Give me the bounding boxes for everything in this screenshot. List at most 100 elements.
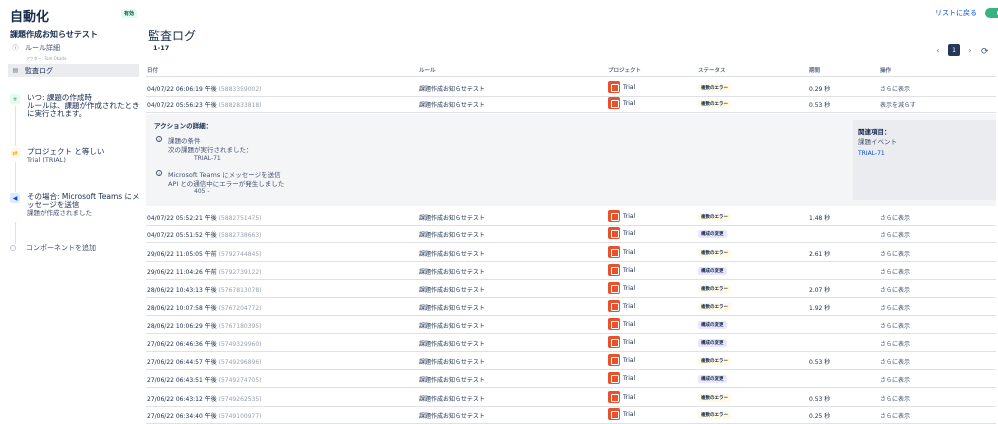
- row-toggle-details[interactable]: さらに表示: [880, 321, 910, 330]
- project-avatar-icon: [608, 246, 620, 258]
- chevron-left-icon[interactable]: ‹: [933, 44, 943, 56]
- page-button-current[interactable]: 1: [948, 44, 960, 56]
- table-row[interactable]: 27/06/22 06:34:40 午後 (5749100977) 課題作成お知ら…: [146, 407, 996, 422]
- row-toggle-details[interactable]: さらに表示: [880, 411, 910, 420]
- row-id: (5883359002): [218, 86, 262, 93]
- status-badge: 構成の変更: [698, 230, 727, 238]
- column-header-rule: ルール: [419, 68, 436, 74]
- trigger-block[interactable]: + いつ: 課題の作成時 ルールは、課題が作成されたときに実行されます。: [10, 94, 140, 124]
- row-id: (5882738663): [218, 232, 262, 239]
- row-date: 27/06/22 06:44:57 午後 (5749296896): [147, 359, 262, 366]
- refresh-icon[interactable]: ⟳: [981, 47, 989, 57]
- row-project: Trial: [608, 210, 635, 222]
- chevron-right-icon[interactable]: ›: [965, 44, 975, 56]
- status-badge: 複数のエラー: [698, 213, 731, 221]
- info-icon: ⓘ: [12, 45, 19, 52]
- row-rule: 課題作成お知らせテスト: [419, 359, 485, 366]
- row-duration: 2.07 秒: [809, 287, 831, 294]
- row-id: (5792739122): [218, 269, 262, 276]
- row-id: (5767204772): [218, 305, 262, 312]
- row-date: 04/07/22 06:06:19 午後 (5883359002): [147, 86, 262, 93]
- table-row[interactable]: 27/06/22 06:44:57 午後 (5749296896) 課題作成お知ら…: [146, 353, 996, 368]
- table-row[interactable]: 04/07/22 05:51:52 午後 (5882738663) 課題作成お知ら…: [146, 226, 996, 241]
- row-project: Trial: [608, 391, 635, 403]
- row-toggle-details[interactable]: さらに表示: [880, 249, 910, 258]
- project-avatar-icon: [608, 227, 620, 239]
- info-icon: i: [156, 136, 162, 142]
- row-id: (5749329960): [218, 341, 262, 348]
- sidebar: 課題作成お知らせテスト ⓘ ルール詳細 アクター: Tom Okada ▤ 監査…: [0, 0, 140, 424]
- row-toggle-details[interactable]: さらに表示: [880, 394, 910, 403]
- table-row[interactable]: 27/06/22 06:46:36 午後 (5749329960) 課題作成お知ら…: [146, 335, 996, 350]
- project-avatar-icon: [608, 264, 620, 276]
- row-duration: 0.53 秒: [809, 396, 831, 403]
- row-date: 27/06/22 06:43:51 午後 (5749274705): [147, 377, 262, 384]
- row-rule: 課題作成お知らせテスト: [419, 341, 485, 348]
- action-block[interactable]: ◀ その場合: Microsoft Teams にメッセージを送信 課題が作成さ…: [10, 193, 140, 221]
- sidebar-item-label: ルール詳細: [25, 43, 60, 52]
- row-toggle-details[interactable]: さらに表示: [880, 84, 910, 93]
- row-project: Trial: [608, 354, 635, 366]
- row-date: 04/07/22 05:51:52 午後 (5882738663): [147, 232, 262, 239]
- status-badge: 複数のエラー: [698, 303, 731, 311]
- row-rule: 課題作成お知らせテスト: [419, 86, 485, 93]
- row-date: 04/07/22 05:56:23 午後 (5882833818): [147, 102, 262, 109]
- row-toggle-details[interactable]: さらに表示: [880, 213, 910, 222]
- row-rule: 課題作成お知らせテスト: [419, 102, 485, 109]
- row-date: 27/06/22 06:43:12 午後 (5749262535): [147, 396, 262, 403]
- sidebar-item-audit-log[interactable]: ▤ 監査ログ: [8, 64, 139, 77]
- plus-icon: +: [10, 94, 20, 104]
- table-row[interactable]: 28/06/22 10:06:29 午後 (5767180395) 課題作成お知ら…: [146, 317, 996, 332]
- row-rule: 課題作成お知らせテスト: [419, 269, 485, 276]
- add-circle-icon: [10, 245, 16, 251]
- table-row[interactable]: 29/06/22 11:04:26 午前 (5792739122) 課題作成お知ら…: [146, 263, 996, 278]
- row-divider: [146, 297, 996, 298]
- row-toggle-details[interactable]: さらに表示: [880, 303, 910, 312]
- row-rule: 課題作成お知らせテスト: [419, 215, 485, 222]
- row-date: 04/07/22 05:52:21 午後 (5882751475): [147, 215, 262, 222]
- row-project: Trial: [608, 264, 635, 276]
- row-toggle-details[interactable]: さらに表示: [880, 267, 910, 276]
- add-component-button[interactable]: コンポーネントを追加: [10, 243, 96, 253]
- row-project: Trial: [608, 408, 635, 420]
- row-date: 28/06/22 10:07:58 午後 (5767204772): [147, 305, 262, 312]
- table-row[interactable]: 29/06/22 11:05:05 午前 (5792744845) 課題作成お知ら…: [146, 245, 996, 260]
- row-id: (5882751475): [218, 215, 262, 222]
- row-toggle-details[interactable]: さらに表示: [880, 285, 910, 294]
- sidebar-item-label: 監査ログ: [25, 66, 53, 75]
- project-avatar-icon: [608, 81, 620, 93]
- row-toggle-details[interactable]: 表示を減らす: [880, 100, 916, 109]
- table-row[interactable]: 27/06/22 06:43:51 午後 (5749274705) 課題作成お知ら…: [146, 371, 996, 386]
- column-header-project: プロジェクト: [608, 68, 642, 74]
- row-toggle-details[interactable]: さらに表示: [880, 357, 910, 366]
- row-project: Trial: [608, 97, 635, 109]
- back-to-list-link[interactable]: リストに戻る: [935, 8, 977, 18]
- row-id: (5882833818): [218, 102, 262, 109]
- status-badge: 構成の変更: [698, 375, 727, 383]
- table-row[interactable]: 04/07/22 06:06:19 午後 (5883359002) 課題作成お知ら…: [146, 80, 996, 95]
- row-date: 27/06/22 06:46:36 午後 (5749329960): [147, 341, 262, 348]
- row-toggle-details[interactable]: さらに表示: [880, 339, 910, 348]
- status-badge: 構成の変更: [698, 267, 727, 275]
- row-project: Trial: [608, 81, 635, 93]
- enable-toggle[interactable]: [985, 8, 998, 18]
- row-toggle-details[interactable]: さらに表示: [880, 375, 910, 384]
- status-badge: 複数のエラー: [698, 100, 731, 108]
- related-issue-link[interactable]: TRIAL-71: [858, 150, 991, 157]
- row-project: Trial: [608, 300, 635, 312]
- project-avatar-icon: [608, 336, 620, 348]
- table-row[interactable]: 27/06/22 06:43:12 午後 (5749262535) 課題作成お知ら…: [146, 390, 996, 405]
- sidebar-item-rule-details[interactable]: ⓘ ルール詳細: [8, 41, 139, 54]
- table-row[interactable]: 28/06/22 10:43:13 午後 (5767813078) 課題作成お知ら…: [146, 281, 996, 296]
- table-row[interactable]: 04/07/22 05:52:21 午後 (5882751475) 課題作成お知ら…: [146, 209, 996, 224]
- project-avatar-icon: [608, 391, 620, 403]
- table-row[interactable]: 04/07/22 05:56:23 午後 (5882833818) 課題作成お知ら…: [146, 96, 996, 111]
- status-badge: 複数のエラー: [698, 357, 731, 365]
- row-duration: 1.48 秒: [809, 215, 831, 222]
- table-row[interactable]: 28/06/22 10:07:58 午後 (5767204772) 課題作成お知ら…: [146, 299, 996, 314]
- project-avatar-icon: [608, 408, 620, 420]
- row-duration: 0.53 秒: [809, 359, 831, 366]
- row-divider: [146, 333, 996, 334]
- condition-block[interactable]: ⇄ プロジェクト と等しい Trial (TRIAL): [10, 148, 140, 168]
- row-toggle-details[interactable]: さらに表示: [880, 230, 910, 239]
